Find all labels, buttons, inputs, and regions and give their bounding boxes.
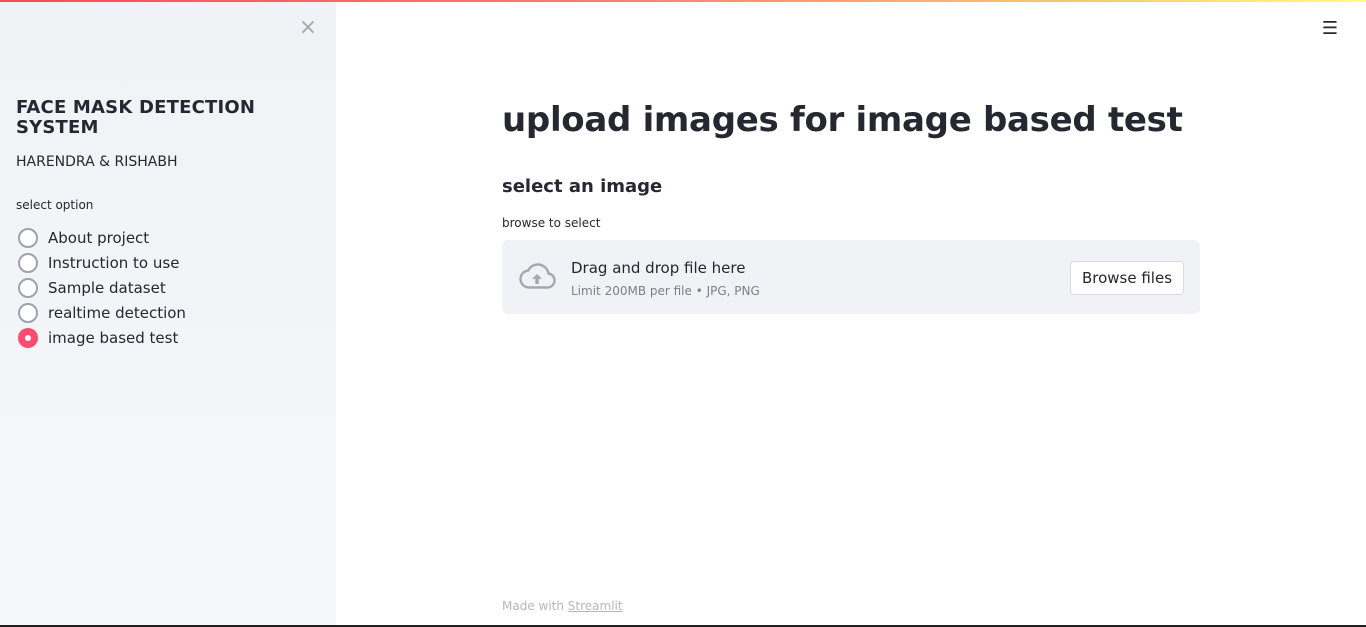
browse-files-button[interactable]: Browse files [1070, 261, 1184, 295]
sidebar: × FACE MASK DETECTION SYSTEM HARENDRA & … [0, 0, 336, 627]
authors-text: HARENDRA & RISHABH [16, 154, 178, 170]
page-title: upload images for image based test [502, 100, 1183, 140]
radio-option-label: Instruction to use [48, 253, 180, 272]
file-limit-text: Limit 200MB per file • JPG, PNG [571, 284, 760, 298]
radio-option-label: realtime detection [48, 303, 186, 322]
cloud-upload-icon [519, 263, 556, 289]
close-sidebar-icon[interactable]: × [298, 17, 318, 39]
hamburger-menu-icon[interactable]: ☰ [1320, 20, 1340, 38]
radio-button-selected-icon[interactable] [18, 327, 38, 348]
radio-button-icon[interactable] [18, 252, 38, 273]
file-uploader-label: browse to select [502, 216, 601, 230]
section-subheader: select an image [502, 176, 663, 197]
radio-option-sample-dataset[interactable]: Sample dataset [18, 275, 186, 300]
radio-option-label: image based test [48, 328, 179, 347]
radio-button-icon[interactable] [18, 277, 38, 298]
dropzone-title: Drag and drop file here [571, 259, 746, 277]
radio-button-icon[interactable] [18, 227, 38, 248]
app-title: FACE MASK DETECTION SYSTEM [16, 97, 256, 138]
radio-button-icon[interactable] [18, 302, 38, 323]
option-radio-group: About project Instruction to use Sample … [18, 225, 186, 350]
streamlit-link[interactable]: Streamlit [568, 599, 623, 613]
file-dropzone[interactable]: Drag and drop file here Limit 200MB per … [502, 240, 1200, 314]
top-accent-bar [0, 0, 1366, 2]
radio-option-label: Sample dataset [48, 278, 166, 297]
radio-option-realtime-detection[interactable]: realtime detection [18, 300, 186, 325]
radio-option-label: About project [48, 228, 150, 247]
footer: Made with Streamlit [502, 599, 623, 613]
radio-option-image-based-test[interactable]: image based test [18, 325, 186, 350]
radio-group-label: select option [16, 198, 94, 212]
radio-option-instruction-to-use[interactable]: Instruction to use [18, 250, 186, 275]
radio-option-about-project[interactable]: About project [18, 225, 186, 250]
footer-prefix: Made with [502, 599, 568, 613]
